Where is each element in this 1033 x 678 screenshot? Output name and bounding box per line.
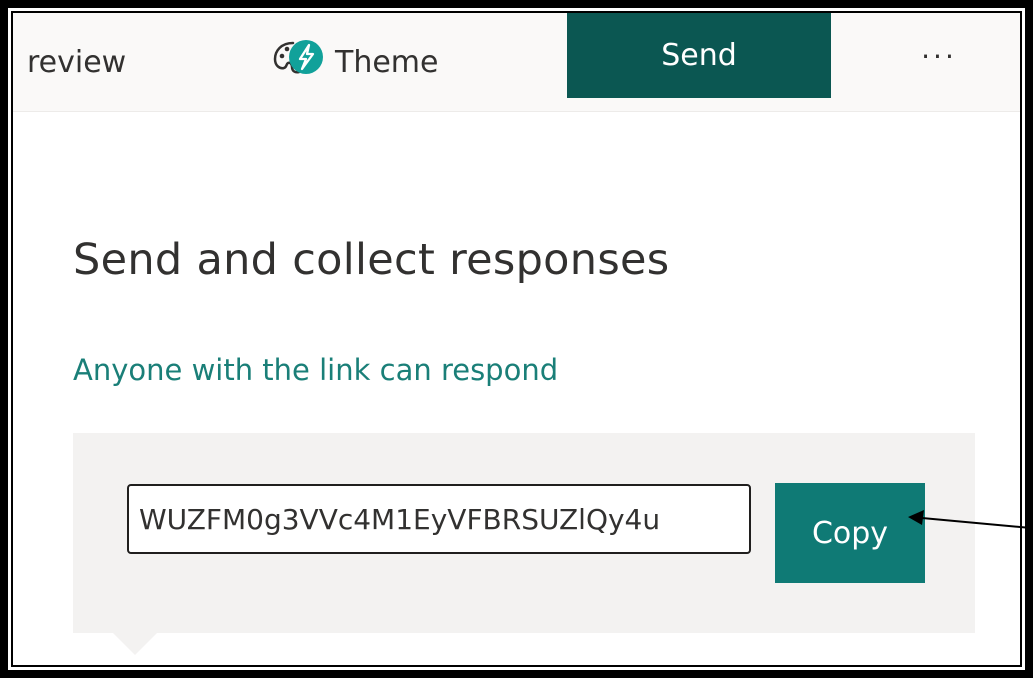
tab-send-label: Send — [661, 38, 737, 73]
tab-preview[interactable]: review — [27, 13, 126, 111]
palette-lightning-icon — [271, 35, 325, 89]
tab-theme[interactable]: Theme — [271, 13, 438, 111]
permission-setting-link[interactable]: Anyone with the link can respond — [73, 353, 558, 387]
screenshot-frame: review Theme Send ··· Send and collect r — [11, 11, 1022, 667]
more-options-button[interactable]: ··· — [909, 13, 969, 105]
ellipsis-icon: ··· — [921, 39, 957, 73]
copy-button[interactable]: Copy — [775, 483, 925, 583]
tab-preview-label: review — [27, 44, 127, 80]
page-title: Send and collect responses — [73, 235, 670, 285]
panel-pointer — [113, 633, 157, 655]
tab-theme-label: Theme — [335, 44, 439, 80]
tab-bar: review Theme Send ··· — [13, 13, 1020, 112]
share-link-panel: Copy — [73, 433, 975, 633]
tab-send[interactable]: Send — [567, 13, 831, 98]
share-link-input[interactable] — [127, 484, 751, 554]
